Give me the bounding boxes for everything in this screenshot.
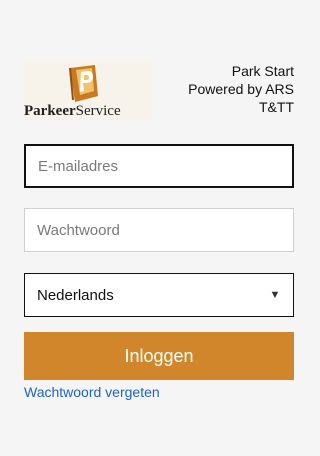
header: ParkeerService Park Start Powered by ARS… — [24, 60, 294, 120]
app-info-line3: T&TT — [259, 99, 294, 115]
login-button[interactable]: Inloggen — [24, 332, 294, 380]
brand-name: ParkeerService — [24, 102, 154, 120]
forgot-password-link[interactable]: Wachtwoord vergeten — [24, 384, 160, 400]
chevron-down-icon: ▼ — [269, 289, 281, 301]
password-field[interactable] — [24, 208, 294, 252]
brand-name-part1: Parkeer — [24, 103, 76, 119]
language-selected-value: Nederlands — [37, 286, 114, 304]
app-info-line2: Powered by ARS — [188, 81, 294, 97]
email-field[interactable] — [24, 144, 294, 188]
app-info: Park Start Powered by ARS T&TT — [159, 62, 294, 116]
brand-name-part2: Service — [75, 103, 121, 119]
app-info-line1: Park Start — [231, 63, 294, 79]
language-select[interactable]: Nederlands ▼ — [24, 273, 294, 317]
